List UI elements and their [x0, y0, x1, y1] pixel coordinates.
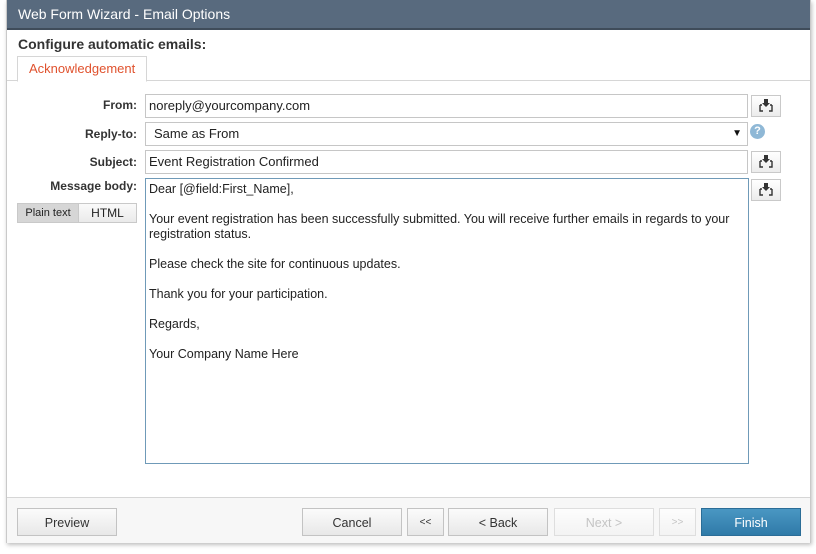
insert-field-icon [759, 183, 773, 196]
first-step-button[interactable]: << [407, 508, 444, 536]
from-insert-field-button[interactable] [751, 95, 781, 117]
reply-to-selected-value: Same as From [154, 126, 240, 141]
tab-acknowledgement[interactable]: Acknowledgement [17, 56, 148, 82]
insert-field-icon [759, 155, 773, 168]
last-step-button[interactable]: >> [659, 508, 696, 536]
message-body-label: Message body: [50, 179, 137, 193]
body-paragraph: Your event registration has been success… [149, 212, 730, 241]
subject-insert-field-button[interactable] [751, 151, 781, 173]
body-insert-field-button[interactable] [751, 179, 781, 201]
cancel-button[interactable]: Cancel [302, 508, 402, 536]
web-form-wizard-dialog: Web Form Wizard - Email Options Configur… [6, 0, 811, 543]
wizard-footer: Preview Cancel << < Back Next > >> Finis… [7, 497, 810, 543]
message-body-textarea[interactable]: Dear [@field:First_Name], Your event reg… [145, 178, 749, 464]
help-icon[interactable]: ? [750, 124, 765, 139]
finish-button[interactable]: Finish [701, 508, 801, 536]
tab-bar: Acknowledgement [7, 56, 810, 82]
plain-text-mode-button[interactable]: Plain text [17, 203, 79, 223]
insert-field-icon [759, 99, 773, 112]
body-paragraph: Your Company Name Here [149, 347, 299, 361]
html-mode-button[interactable]: HTML [79, 203, 137, 223]
body-paragraph: Dear [@field:First_Name], [149, 182, 294, 196]
from-label: From: [103, 98, 137, 112]
body-paragraph: Regards, [149, 317, 200, 331]
preview-button[interactable]: Preview [17, 508, 117, 536]
next-button[interactable]: Next > [554, 508, 654, 536]
body-paragraph: Please check the site for continuous upd… [149, 257, 401, 271]
body-mode-toggle: Plain text HTML [17, 203, 137, 223]
reply-to-label: Reply-to: [85, 127, 137, 141]
back-button[interactable]: < Back [448, 508, 548, 536]
from-field[interactable]: noreply@yourcompany.com [145, 94, 748, 118]
reply-to-select[interactable]: Same as From ▼ [145, 122, 748, 146]
dropdown-arrow-icon: ▼ [732, 128, 742, 139]
subject-field[interactable]: Event Registration Confirmed [145, 150, 748, 174]
window-title: Web Form Wizard - Email Options [7, 0, 810, 30]
body-paragraph: Thank you for your participation. [149, 287, 328, 301]
subject-label: Subject: [89, 155, 137, 169]
section-title: Configure automatic emails: [18, 36, 207, 52]
